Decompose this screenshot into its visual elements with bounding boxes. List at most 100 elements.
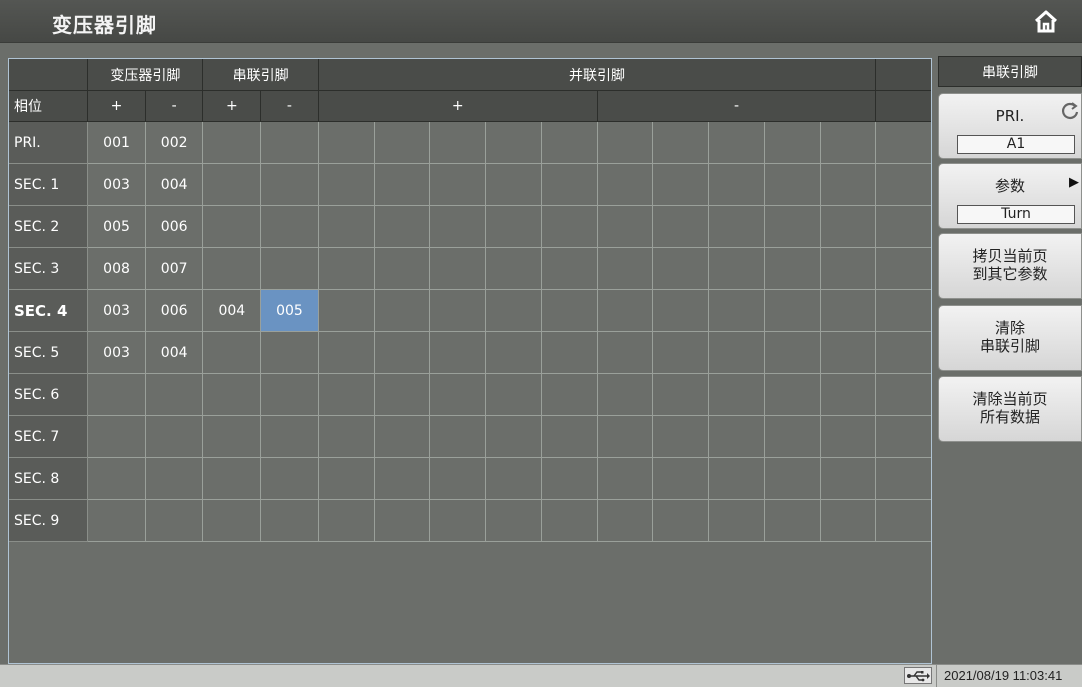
pin-cell[interactable]: 008 — [87, 247, 146, 290]
pin-cell[interactable] — [763, 331, 821, 374]
pin-cell[interactable] — [652, 163, 710, 206]
pin-cell[interactable] — [708, 457, 765, 500]
pin-cell[interactable] — [763, 373, 821, 416]
pin-cell[interactable] — [652, 289, 710, 332]
pin-cell[interactable] — [485, 205, 542, 248]
pin-cell[interactable] — [875, 205, 932, 248]
pin-cell[interactable] — [708, 373, 765, 416]
row-label[interactable]: SEC. 9 — [7, 499, 89, 542]
pin-cell[interactable] — [373, 499, 431, 542]
pin-cell[interactable] — [144, 457, 204, 500]
pin-cell[interactable] — [763, 457, 821, 500]
pin-cell[interactable] — [540, 373, 598, 416]
pin-cell[interactable] — [596, 247, 654, 290]
pin-cell[interactable] — [819, 415, 877, 458]
pin-cell[interactable]: 003 — [87, 163, 146, 206]
pin-cell[interactable] — [875, 331, 932, 374]
pin-cell[interactable] — [485, 289, 542, 332]
pin-cell[interactable] — [202, 163, 262, 206]
pin-cell[interactable] — [540, 121, 598, 164]
pin-cell[interactable] — [708, 121, 765, 164]
pin-cell[interactable] — [429, 205, 487, 248]
row-label[interactable]: SEC. 5 — [7, 331, 89, 374]
pin-cell[interactable] — [540, 499, 598, 542]
pin-cell[interactable] — [708, 331, 765, 374]
pin-cell[interactable] — [429, 373, 487, 416]
pin-cell[interactable] — [202, 247, 262, 290]
row-label[interactable]: SEC. 3 — [7, 247, 89, 290]
pin-cell[interactable] — [708, 205, 765, 248]
pin-cell[interactable]: 006 — [144, 205, 204, 248]
row-label[interactable]: SEC. 4 — [7, 289, 89, 332]
pin-cell[interactable] — [875, 163, 932, 206]
pin-cell[interactable]: 004 — [202, 289, 262, 332]
pin-cell[interactable]: 004 — [144, 163, 204, 206]
pin-cell[interactable] — [429, 457, 487, 500]
pin-cell[interactable] — [202, 415, 262, 458]
pin-cell[interactable] — [763, 247, 821, 290]
pin-cell[interactable] — [144, 373, 204, 416]
pin-cell[interactable] — [485, 499, 542, 542]
pin-cell[interactable] — [260, 163, 319, 206]
pin-cell[interactable] — [373, 247, 431, 290]
pin-cell[interactable] — [596, 457, 654, 500]
phase-select-button[interactable]: PRI. A1 — [938, 93, 1082, 159]
pin-cell[interactable]: 005 — [260, 289, 319, 332]
pin-cell[interactable] — [260, 415, 319, 458]
pin-cell[interactable] — [708, 499, 765, 542]
pin-cell[interactable] — [260, 499, 319, 542]
pin-cell[interactable] — [373, 121, 431, 164]
pin-cell[interactable] — [87, 499, 146, 542]
pin-cell[interactable] — [819, 121, 877, 164]
pin-cell[interactable] — [429, 121, 487, 164]
pin-cell[interactable] — [485, 373, 542, 416]
pin-cell[interactable] — [317, 247, 375, 290]
pin-cell[interactable] — [875, 415, 932, 458]
pin-cell[interactable] — [260, 457, 319, 500]
pin-cell[interactable] — [596, 499, 654, 542]
pin-cell[interactable] — [540, 163, 598, 206]
copy-page-button[interactable]: 拷贝当前页 到其它参数 — [938, 233, 1082, 299]
pin-cell[interactable] — [317, 289, 375, 332]
pin-cell[interactable] — [429, 247, 487, 290]
pin-cell[interactable] — [708, 289, 765, 332]
pin-cell[interactable] — [373, 415, 431, 458]
pin-cell[interactable] — [596, 331, 654, 374]
pin-cell[interactable] — [540, 457, 598, 500]
pin-cell[interactable] — [819, 289, 877, 332]
pin-cell[interactable] — [875, 457, 932, 500]
pin-cell[interactable] — [708, 247, 765, 290]
pin-cell[interactable] — [144, 499, 204, 542]
pin-cell[interactable] — [540, 415, 598, 458]
pin-cell[interactable] — [429, 499, 487, 542]
pin-cell[interactable] — [317, 205, 375, 248]
pin-cell[interactable] — [763, 205, 821, 248]
pin-cell[interactable] — [485, 415, 542, 458]
pin-cell[interactable] — [596, 373, 654, 416]
pin-cell[interactable]: 001 — [87, 121, 146, 164]
pin-cell[interactable] — [875, 247, 932, 290]
pin-cell[interactable] — [763, 289, 821, 332]
pin-cell[interactable] — [708, 415, 765, 458]
pin-cell[interactable] — [596, 121, 654, 164]
row-label[interactable]: SEC. 8 — [7, 457, 89, 500]
pin-cell[interactable] — [485, 457, 542, 500]
pin-cell[interactable] — [652, 121, 710, 164]
pin-cell[interactable] — [144, 415, 204, 458]
pin-cell[interactable] — [763, 415, 821, 458]
pin-cell[interactable] — [652, 457, 710, 500]
row-label[interactable]: SEC. 6 — [7, 373, 89, 416]
pin-cell[interactable] — [317, 373, 375, 416]
pin-cell[interactable]: 006 — [144, 289, 204, 332]
pin-cell[interactable] — [652, 415, 710, 458]
pin-cell[interactable] — [596, 205, 654, 248]
pin-cell[interactable] — [763, 163, 821, 206]
pin-cell[interactable] — [317, 331, 375, 374]
pin-cell[interactable] — [202, 457, 262, 500]
pin-cell[interactable] — [485, 121, 542, 164]
pin-cell[interactable]: 004 — [144, 331, 204, 374]
pin-cell[interactable]: 002 — [144, 121, 204, 164]
pin-cell[interactable] — [260, 373, 319, 416]
pin-cell[interactable] — [596, 415, 654, 458]
pin-cell[interactable] — [202, 205, 262, 248]
